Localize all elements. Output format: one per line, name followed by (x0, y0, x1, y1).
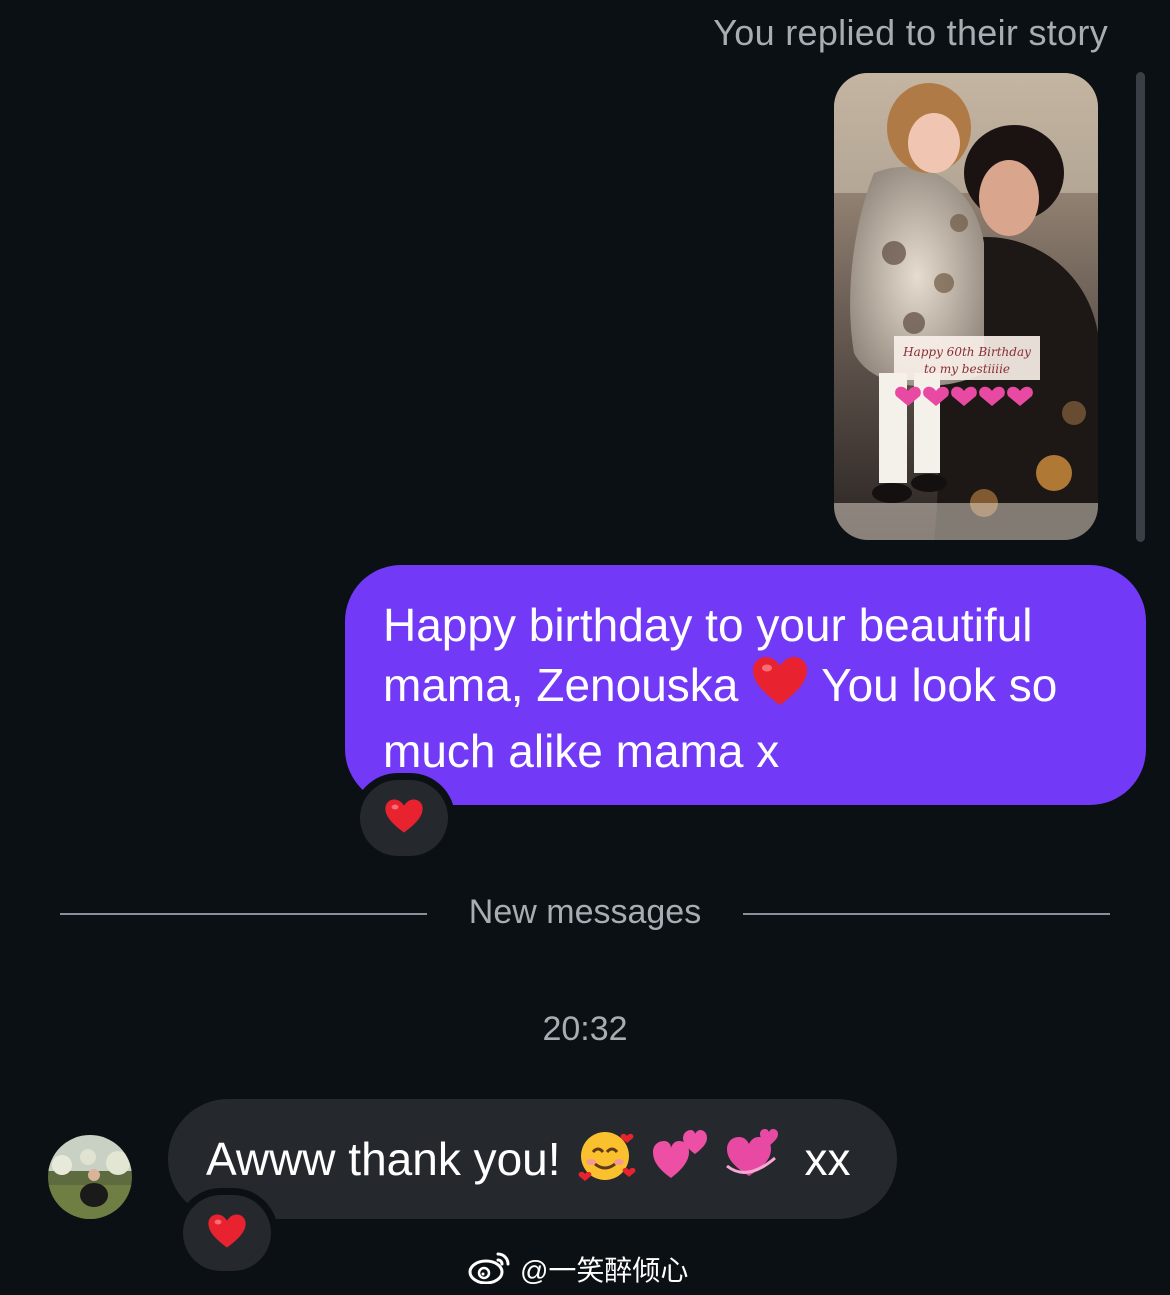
message-reaction[interactable] (183, 1195, 271, 1271)
avatar[interactable] (48, 1135, 132, 1219)
smiling-face-with-hearts-icon (577, 1126, 637, 1193)
divider-line-right (743, 913, 1110, 915)
red-heart-icon (384, 798, 424, 839)
message-reaction[interactable] (360, 780, 448, 856)
two-hearts-icon (651, 1126, 709, 1193)
red-heart-icon (751, 655, 809, 721)
story-thumbnail[interactable]: Happy 60th Birthday to my bestiiiie (834, 73, 1098, 540)
new-messages-divider: New messages (468, 893, 702, 931)
message-timestamp: 20:32 (542, 1010, 628, 1048)
story-sticker-line1: Happy 60th Birthday (902, 345, 1031, 359)
revolving-hearts-icon (723, 1126, 781, 1193)
story-reply-caption: You replied to their story (713, 12, 1108, 53)
watermark-text: @一笑醉倾心 (520, 1255, 689, 1286)
red-heart-icon (207, 1213, 247, 1254)
incoming-message-text: Awww thank you! (206, 1133, 561, 1185)
scrollbar[interactable] (1136, 72, 1145, 542)
incoming-message-suffix: xx (804, 1133, 851, 1185)
divider-line-left (60, 913, 427, 915)
outgoing-message-bubble[interactable]: Happy birthday to your beautiful mama, Z… (345, 565, 1146, 805)
watermark: @一笑醉倾心 (468, 1247, 688, 1291)
weibo-icon (468, 1248, 512, 1291)
story-sticker-line2: to my bestiiiie (924, 362, 1010, 376)
incoming-message-bubble[interactable]: Awww thank you! xx (168, 1099, 897, 1219)
